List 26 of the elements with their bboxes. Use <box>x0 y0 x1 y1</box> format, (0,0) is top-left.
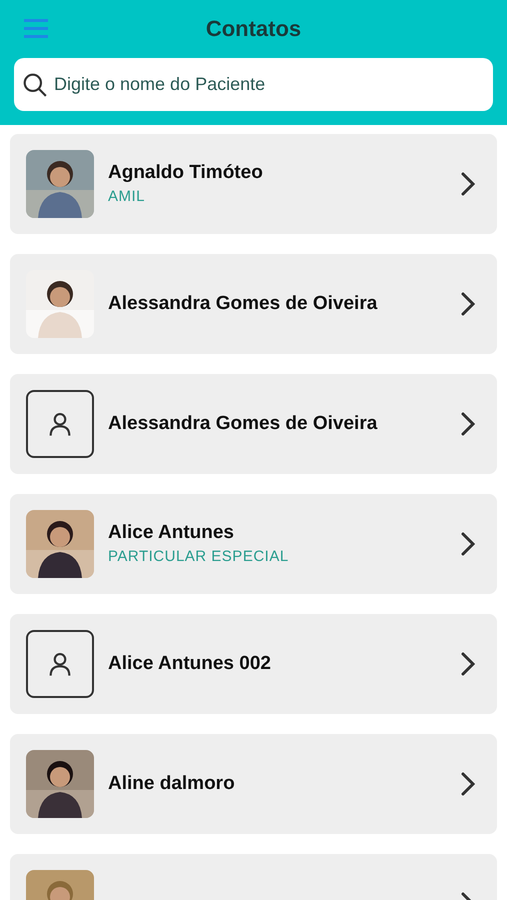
contact-name: Alessandra Gomes de Oiveira <box>108 412 378 436</box>
search-field[interactable]: Digite o nome do Paciente <box>14 58 493 111</box>
page-title: Contatos <box>206 14 302 42</box>
contact-name: Alice Antunes 002 <box>108 652 272 676</box>
contact-card[interactable]: Alessandra Gomes de Oiveira <box>10 254 497 354</box>
chevron-right-icon <box>461 172 475 196</box>
contact-card[interactable]: Agnaldo Timóteo AMIL <box>10 134 497 234</box>
menu-icon[interactable] <box>24 19 48 38</box>
contact-name: Alessandra Gomes de Oiveira <box>108 292 378 316</box>
contact-card[interactable]: Alessandra Gomes de Oiveira <box>10 374 497 474</box>
contact-card[interactable]: Alice Antunes 002 <box>10 614 497 714</box>
chevron-right-icon <box>461 652 475 676</box>
chevron-right-icon <box>461 292 475 316</box>
contact-card[interactable]: Aline dalmoro <box>10 734 497 834</box>
chevron-right-icon <box>461 532 475 556</box>
health-plan: AMIL <box>108 186 146 207</box>
health-plan: PARTICULAR ESPECIAL <box>108 546 290 567</box>
contact-name: Aline dalmoro <box>108 772 236 796</box>
contact-name: Agnaldo Timóteo <box>108 160 264 185</box>
contact-name: Alice Antunes <box>108 520 235 545</box>
chevron-right-icon <box>461 772 475 796</box>
user-placeholder-icon <box>26 390 94 458</box>
chevron-right-icon <box>461 412 475 436</box>
search-icon <box>22 72 48 98</box>
contact-card[interactable]: Alice Antunes PARTICULAR ESPECIAL <box>10 494 497 594</box>
user-placeholder-icon <box>26 630 94 698</box>
